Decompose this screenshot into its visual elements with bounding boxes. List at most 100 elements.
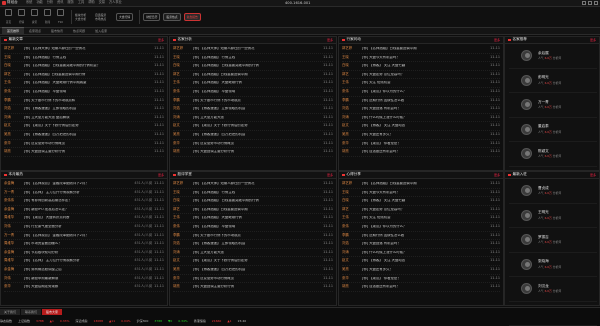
author-name[interactable]: 刘浩 — [173, 107, 193, 110]
author-name[interactable]: 郭艺 — [342, 208, 362, 211]
author-name[interactable]: 余金梅 — [4, 208, 24, 211]
list-item[interactable]: 胡亮 [鄂] 大盘回调主要分析行情 11-11 — [173, 283, 333, 292]
article-title[interactable]: [鄂] 关注 短线机会 — [362, 81, 488, 84]
avatar[interactable] — [521, 185, 532, 196]
article-title[interactable]: [鄂] 【观点】关于下跌行情后的走势 — [193, 124, 321, 127]
article-title[interactable]: [鄂] 近期行情 连续性怎么看 — [362, 99, 488, 102]
list-item[interactable]: 余金梅 [鄂] 【名师观点】 金融改革细则详下2月？ 451人/人阅 11-11 — [4, 180, 164, 189]
article-title[interactable]: [鄂] 节后板块轮动分析 — [24, 251, 132, 254]
list-item[interactable]: 郭艺 [鄂] 【名师指路】日线重要回调中期 11-11 — [173, 71, 333, 80]
review-report-button[interactable]: 复盘报告 — [184, 13, 201, 22]
author-name[interactable]: 郭艺婷 — [342, 182, 362, 185]
article-title[interactable]: [鄂] 市场资金面回暖么？ — [24, 242, 132, 245]
expert-name[interactable]: 陈颖文 — [538, 150, 561, 154]
list-item[interactable]: 刘伟 [鄂] 新股申购最新解读 451人/人阅 11-11 — [4, 275, 164, 284]
more-link[interactable]: 更多 — [158, 39, 164, 42]
author-name[interactable]: 王晓 — [173, 56, 193, 59]
author-name[interactable]: 余金梅 — [4, 268, 24, 271]
author-name[interactable]: 张华 — [173, 142, 193, 145]
article-title[interactable]: [鄂] 【名师指路】日线重要回调中期行情 — [24, 73, 152, 76]
author-name[interactable]: 赵文 — [4, 124, 24, 127]
article-title[interactable]: [鄂] 大盘还有多久？ — [362, 133, 488, 136]
article-title[interactable]: [鄂] 自选股还有机会吗？ — [362, 150, 488, 153]
more-link[interactable]: 更多 — [590, 39, 596, 42]
list-item[interactable]: 王晓 [鄂] 【名师指路】 行情主线 11-11 — [4, 54, 164, 63]
article-title[interactable]: [鄂] 【名师指路】日线重要回调中期 — [193, 208, 321, 211]
author-name[interactable]: 王伟 — [173, 216, 193, 219]
article-title[interactable]: [鄂] 【博客】 关注 大盘动态 — [362, 259, 488, 262]
article-title[interactable]: [鄂] 【观点】关于下跌行情后的走势 — [24, 124, 152, 127]
avatar[interactable] — [521, 259, 532, 270]
list-item[interactable]: 周维华 [鄂] 【名师】 主力拉升行情观察分析 451人/人阅 11-11 — [4, 257, 164, 266]
author-name[interactable]: 刘涛 — [342, 251, 362, 254]
author-name[interactable]: 刘伟 — [4, 277, 24, 280]
author-name[interactable]: 郭艺婷 — [173, 182, 193, 185]
author-name[interactable]: 李鹏 — [4, 99, 24, 102]
author-name[interactable]: 刘浩 — [342, 107, 362, 110]
author-name[interactable]: 王晓 — [342, 56, 362, 59]
list-item[interactable]: 郭艺婷 [鄂] 【名师指路】日线重要回调中期 11-11 — [342, 45, 500, 54]
article-title[interactable]: [鄂] 大盘今天有机会吗？ — [362, 56, 488, 59]
toolbar-f10-button[interactable]: F10 — [55, 9, 66, 25]
article-title[interactable]: [鄂] 大盘走势 点位是高吗？ — [362, 208, 488, 211]
menu-item[interactable]: 帮助 — [88, 1, 94, 4]
list-item[interactable]: 刘涛 [鄂] 什么时候上涨什么时候？ 11-11 — [342, 114, 500, 123]
article-title[interactable]: [鄂] 【观点】你以为的什么？ — [362, 225, 488, 228]
toolbar-quote-button[interactable]: 行情 — [16, 9, 27, 25]
quick-link[interactable]: 大盘分析 — [75, 18, 93, 21]
author-name[interactable]: 郭艺婷 — [4, 47, 24, 50]
author-name[interactable]: 王伟 — [342, 81, 362, 84]
article-title[interactable]: [鄂] 【名师大师】短期人脉在的一些情况 — [24, 47, 152, 50]
expert-name[interactable]: 万一青 — [538, 101, 561, 105]
author-name[interactable]: 王晓 — [173, 191, 193, 194]
author-name[interactable]: 张伟 — [173, 225, 193, 228]
article-title[interactable]: [鄂] 【博客速递】 四万把把的机会 — [193, 268, 321, 271]
more-link[interactable]: 更多 — [327, 39, 333, 42]
avatar[interactable] — [521, 50, 532, 61]
author-name[interactable]: 赵文 — [342, 259, 362, 262]
list-item[interactable]: 万一青 [鄂] 【名师】 主力拉升行情观察分析 451人/人阅 11-11 — [4, 189, 164, 198]
list-item[interactable]: 郭艺 [鄂] 【名师指路】日线重要回调中期行情 11-11 — [4, 71, 164, 80]
list-item[interactable]: 余金梅 [鄂] 节后板块轮动分析 451人/人阅 11-11 — [4, 249, 164, 258]
toolbar-news-button[interactable]: 新闻 — [42, 9, 53, 25]
tab-join[interactable]: 加入名家 — [90, 28, 112, 34]
more-link[interactable]: 更多 — [494, 39, 500, 42]
list-item[interactable]: 张华 [鄂] 【观点】 你看是是？ 11-11 — [342, 275, 500, 284]
article-title[interactable]: [鄂] 【名师大师】短期人脉在的一些情况 — [193, 182, 321, 185]
expert-item[interactable]: 刘汉龙 人气6.6万 分析师 — [509, 277, 597, 302]
tab-experts[interactable]: 名家观点 — [24, 28, 46, 34]
list-item[interactable]: 刘浩 [鄂] 大盘回落 有机会吗？ 11-11 — [342, 240, 500, 249]
article-title[interactable]: [鄂] 大盘回调主要分析行情 — [193, 285, 321, 288]
author-name[interactable]: 张伟 — [342, 90, 362, 93]
article-title[interactable]: [鄂] 【名师大师】短期人脉在的一些情况 — [193, 47, 321, 50]
author-name[interactable]: 郭艺婷 — [342, 47, 362, 50]
list-item[interactable]: 郭艺婷 [鄂] 【名师大师】短期人脉在的一些情况 11-11 — [4, 45, 164, 54]
article-title[interactable]: [鄂] 【博客速递】 立即领取的机会 — [24, 107, 152, 110]
author-name[interactable]: 王伟 — [342, 216, 362, 219]
article-title[interactable]: [鄂] 【博客】 关注 大盘七翻 — [362, 199, 488, 202]
list-item[interactable]: 王伟 [鄂] 关注 短线机会 11-11 — [342, 79, 500, 88]
expert-item[interactable]: 陈颖文 人气6.6万 分析师 — [509, 142, 597, 167]
author-name[interactable]: 吴亮 — [4, 133, 24, 136]
list-item[interactable]: 白晓 [鄂] 【博客】 关注 大盘七翻 11-11 — [342, 62, 500, 71]
article-title[interactable]: [鄂] 【名师】 主力拉升行情观察分析 — [24, 259, 132, 262]
article-title[interactable]: [鄂] 【名师指路】日线重要回调中期 — [362, 47, 488, 50]
expert-item[interactable]: 万一青 人气6.6万 分析师 — [509, 93, 597, 118]
about-us-tab[interactable]: 关于我们 — [0, 309, 20, 315]
author-name[interactable]: 胡亮 — [173, 150, 193, 153]
list-item[interactable]: 刘涛 [鄂] 什么时候上涨什么时候？ 11-11 — [342, 249, 500, 258]
article-title[interactable]: [鄂] 近期行情 连续性怎么看 — [362, 234, 488, 237]
list-item[interactable]: 郭艺 [鄂] 大盘走势 点位是高吗？ 11-11 — [342, 71, 500, 80]
author-name[interactable]: 刘浩 — [4, 107, 24, 110]
article-title[interactable]: [鄂] 立大涨方能大涨 — [193, 251, 321, 254]
author-name[interactable]: 王晓 — [342, 191, 362, 194]
author-name[interactable]: 李鹏 — [173, 99, 193, 102]
author-name[interactable]: 刘涛 — [173, 116, 193, 119]
author-name[interactable]: 周维华 — [4, 259, 24, 262]
author-name[interactable]: 万一青 — [4, 234, 24, 237]
article-title[interactable]: [鄂] 【博客】 关注 大盘动态 — [362, 124, 488, 127]
article-title[interactable]: [鄂] 巨变涨势市场行情概览 — [24, 142, 152, 145]
author-name[interactable]: 吴亮 — [342, 133, 362, 136]
author-name[interactable]: 张伟 — [173, 90, 193, 93]
list-item[interactable]: 王伟 [鄂] 【名师指路】 大盘继续行情 11-11 — [173, 214, 333, 223]
